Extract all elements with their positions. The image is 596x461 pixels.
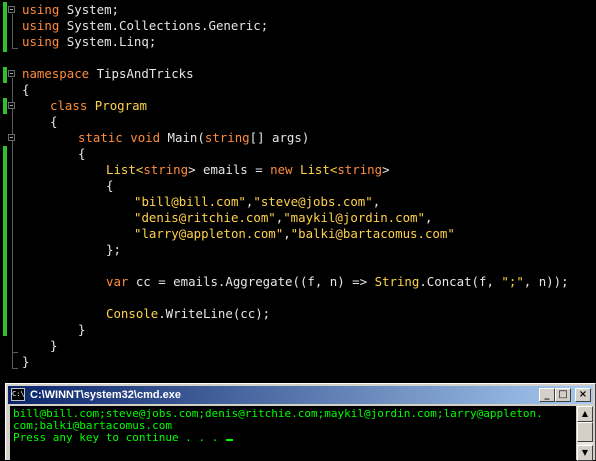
console-title: C:\WINNT\system32\cmd.exe — [30, 389, 181, 401]
code-text: } — [78, 322, 86, 337]
fold-toggle-main[interactable] — [8, 134, 15, 141]
code-line-8: static void Main(string[] args) — [78, 130, 309, 146]
code-text: System; — [59, 2, 119, 17]
keyword: using — [22, 34, 60, 49]
string-literal: "balki@bartacomus.com" — [290, 226, 455, 241]
keyword: string — [337, 162, 383, 177]
code-text: System.Linq; — [59, 34, 157, 49]
change-bar-namespace — [3, 67, 7, 83]
change-bar-body — [3, 146, 7, 336]
console-output-area[interactable]: bill@bill.com;steve@jobs.com;denis@ritch… — [10, 406, 576, 461]
maximize-button[interactable]: □ — [555, 388, 571, 402]
code-line-15: }; — [106, 242, 121, 258]
code-text: [] args) — [249, 130, 310, 145]
fold-toggle-namespace[interactable] — [8, 70, 15, 77]
code-line-7: { — [50, 114, 57, 130]
string-literal: "maykil@jordin.com" — [283, 210, 425, 225]
code-text: } — [22, 354, 30, 369]
type-name: List< — [300, 162, 338, 177]
type-name: String — [374, 274, 420, 289]
code-line-13: "denis@ritchie.com","maykil@jordin.com", — [134, 210, 432, 226]
code-line-19: } — [50, 338, 57, 354]
code-line-3: using System.Linq; — [22, 34, 156, 50]
code-text: { — [106, 178, 114, 193]
code-line-5: { — [22, 82, 29, 98]
string-literal: ";" — [501, 274, 524, 289]
code-text: > emails = — [188, 162, 271, 177]
console-app-icon[interactable]: C:\ — [11, 388, 25, 401]
fold-toggle-class[interactable] — [8, 102, 15, 109]
text-cursor — [225, 439, 233, 441]
code-line-4: namespace TipsAndTricks — [22, 66, 194, 82]
console-window[interactable]: C:\ C:\WINNT\system32\cmd.exe _ □ × bill… — [5, 383, 596, 461]
string-literal: "larry@appleton.com" — [134, 226, 284, 241]
minimize-button[interactable]: _ — [539, 388, 555, 402]
code-text: , — [372, 194, 381, 209]
change-bar-usings — [3, 2, 7, 52]
code-text: , — [283, 226, 291, 241]
code-text: > — [382, 162, 390, 177]
fold-toggle-usings[interactable] — [8, 6, 15, 13]
fold-guide-usings — [12, 14, 13, 48]
code-text: }; — [106, 242, 121, 257]
fold-end-usings — [12, 48, 18, 49]
keyword: using — [22, 18, 60, 33]
string-literal: "denis@ritchie.com" — [134, 210, 276, 225]
code-text: cc = emails.Aggregate((f, n) => — [128, 274, 375, 289]
console-scrollbar[interactable]: ▲ ▼ — [577, 406, 593, 461]
code-line-11: { — [106, 178, 113, 194]
keyword: var — [106, 274, 129, 289]
keyword: string — [204, 130, 250, 145]
code-line-1: using System; — [22, 2, 119, 18]
code-text: TipsAndTricks — [89, 66, 194, 81]
code-line-6: class Program — [50, 98, 147, 114]
fold-guide-namespace — [12, 78, 13, 368]
code-text: { — [50, 114, 58, 129]
keyword: using — [22, 2, 60, 17]
code-line-16: var cc = emails.Aggregate((f, n) => Stri… — [106, 274, 569, 290]
code-text: Main( — [167, 130, 205, 145]
fold-end-class — [12, 352, 18, 353]
code-text: { — [78, 146, 86, 161]
type-name: Program — [94, 98, 147, 113]
code-text: } — [50, 338, 58, 353]
type-name: List< — [106, 162, 144, 177]
code-line-18: } — [78, 322, 85, 338]
scroll-down-button[interactable]: ▼ — [577, 445, 593, 461]
code-text: System.Collections.Generic; — [59, 18, 269, 33]
scroll-thumb[interactable] — [577, 422, 593, 442]
keyword: void — [130, 130, 161, 145]
change-bar-class — [3, 98, 7, 114]
code-line-2: using System.Collections.Generic; — [22, 18, 268, 34]
code-line-14: "larry@appleton.com","balki@bartacomus.c… — [134, 226, 455, 242]
code-text: .WriteLine(cc); — [158, 306, 271, 321]
code-line-17: Console.WriteLine(cc); — [106, 306, 270, 322]
code-editor[interactable]: using System; using System.Collections.G… — [0, 0, 596, 380]
type-name: Console — [106, 306, 159, 321]
fold-end-namespace — [12, 368, 18, 369]
code-line-12: "bill@bill.com","steve@jobs.com", — [134, 194, 380, 210]
close-button[interactable]: × — [575, 388, 591, 402]
console-prompt-text: Press any key to continue . . . — [13, 431, 225, 444]
string-literal: "bill@bill.com" — [134, 194, 246, 209]
code-text: , — [424, 210, 433, 225]
keyword: namespace — [22, 66, 90, 81]
code-text: .Concat(f, — [419, 274, 502, 289]
code-line-10: List<string> emails = new List<string> — [106, 162, 390, 178]
code-line-9: { — [78, 146, 85, 162]
code-text: { — [22, 82, 30, 97]
scroll-up-button[interactable]: ▲ — [577, 406, 593, 422]
console-prompt-line: Press any key to continue . . . — [13, 432, 233, 444]
string-literal: "steve@jobs.com" — [253, 194, 373, 209]
code-text: , n)); — [523, 274, 569, 289]
keyword: static — [78, 130, 123, 145]
keyword: new — [270, 162, 293, 177]
keyword: class — [50, 98, 88, 113]
keyword: string — [143, 162, 189, 177]
code-line-20: } — [22, 354, 29, 370]
console-titlebar[interactable]: C:\ C:\WINNT\system32\cmd.exe _ □ × — [8, 386, 593, 404]
